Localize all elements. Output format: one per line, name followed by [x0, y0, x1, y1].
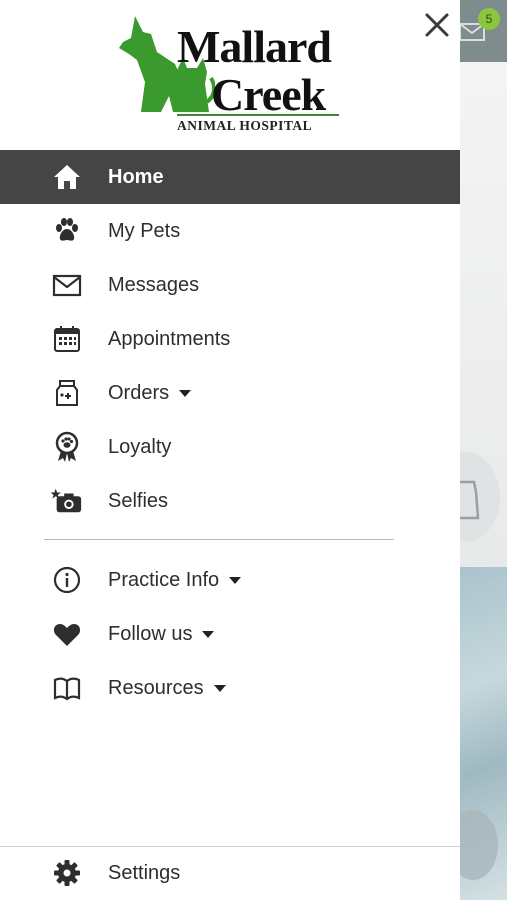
award-ribbon-icon	[51, 431, 83, 463]
menu-item-resources[interactable]: Resources	[0, 661, 460, 715]
practice-logo: Mallard Creek ANIMAL HOSPITAL	[115, 10, 345, 138]
menu-item-home[interactable]: Home	[0, 150, 460, 204]
chevron-down-icon	[213, 684, 226, 692]
close-icon	[425, 13, 449, 37]
menu-item-selfies[interactable]: Selfies	[0, 474, 460, 528]
logo-line-1: Mallard	[177, 21, 332, 72]
menu-item-label: Appointments	[108, 327, 231, 350]
menu-item-label: My Pets	[108, 219, 181, 242]
menu-item-label: Loyalty	[108, 435, 172, 458]
menu-item-appointments[interactable]: Appointments	[0, 312, 460, 366]
logo-rule	[177, 114, 339, 116]
heart-icon	[51, 618, 83, 650]
mail-badge: 5	[478, 8, 500, 30]
book-icon	[51, 672, 83, 704]
chevron-down-icon	[202, 630, 215, 638]
menu-item-messages[interactable]: Messages	[0, 258, 460, 312]
background-app: 5	[460, 0, 507, 900]
menu-item-settings[interactable]: Settings	[0, 846, 460, 900]
paw-icon	[51, 215, 83, 247]
menu-item-label: Selfies	[108, 489, 169, 512]
background-app-bar: 5	[460, 0, 507, 62]
menu-item-label: Settings	[108, 861, 181, 884]
logo-line-3: ANIMAL HOSPITAL	[177, 118, 313, 133]
menu-item-label: Practice Info	[108, 568, 242, 592]
follow-us-label-text: Follow us	[108, 622, 193, 645]
chevron-down-icon	[229, 576, 242, 584]
menu-item-label: Resources	[108, 677, 226, 700]
gear-icon	[51, 857, 83, 889]
resources-label-text: Resources	[108, 676, 204, 699]
practice-info-label-text: Practice Info	[108, 568, 220, 591]
close-drawer-button[interactable]	[418, 6, 456, 44]
menu-item-practice-info[interactable]: Practice Info	[0, 553, 460, 607]
menu-item-label: Home	[108, 165, 164, 188]
menu-item-orders[interactable]: Orders	[0, 366, 460, 420]
menu-item-label: Follow us	[108, 622, 215, 646]
menu-divider	[44, 539, 394, 540]
menu-item-label: Messages	[108, 273, 200, 296]
calendar-icon	[51, 323, 83, 355]
chevron-down-icon	[179, 389, 192, 397]
envelope-icon	[51, 269, 83, 301]
navigation-drawer: Mallard Creek ANIMAL HOSPITAL Home My Pe…	[0, 0, 460, 900]
menu-item-follow-us[interactable]: Follow us	[0, 607, 460, 661]
menu-item-my-pets[interactable]: My Pets	[0, 204, 460, 258]
menu-item-label: Orders	[108, 381, 192, 405]
camera-star-icon	[51, 485, 83, 517]
primary-menu: Home My Pets Messages Appointments Order…	[0, 150, 460, 528]
food-bag-icon	[460, 480, 480, 520]
secondary-menu: Practice Info Follow us Resources	[0, 553, 460, 715]
home-icon	[51, 161, 83, 193]
info-icon	[51, 564, 83, 596]
food-bag-icon	[51, 377, 83, 409]
menu-item-loyalty[interactable]: Loyalty	[0, 420, 460, 474]
orders-label-text: Orders	[108, 381, 170, 404]
